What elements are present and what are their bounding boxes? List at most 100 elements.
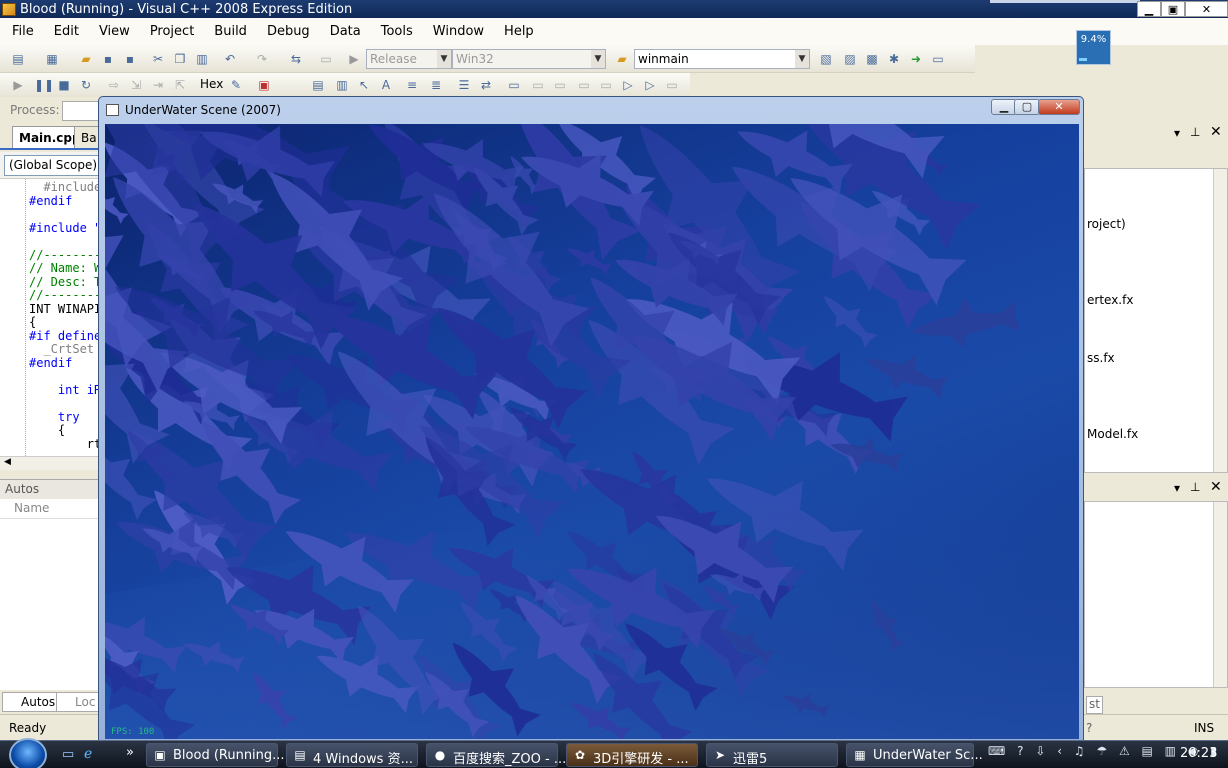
step-out-icon[interactable]: ⇱ — [172, 77, 188, 93]
format-icon[interactable]: ☰ — [456, 77, 472, 93]
save-all-icon[interactable]: ▪ — [122, 51, 138, 67]
open-file-icon[interactable]: ▰ — [78, 51, 94, 67]
taskbar-item[interactable]: ● 百度搜索_ZOO - ... — [426, 743, 566, 767]
step-into-icon[interactable]: ⇲ — [128, 77, 144, 93]
indent-icon[interactable]: ≡ — [404, 77, 420, 93]
autos-name-column[interactable]: Name — [0, 499, 100, 519]
show-next-statement-icon[interactable]: ⇨ — [106, 77, 122, 93]
solution-config-select[interactable]: Release ▼ — [366, 49, 452, 69]
underwater-window[interactable]: UnderWater Scene (2007) ▁ ▢ ✕ FPS: 100 — [98, 96, 1084, 742]
solution-explorer-icon[interactable]: ▧ — [818, 51, 834, 67]
close-panel-icon[interactable]: ✕ — [1210, 124, 1222, 140]
start-page-icon[interactable]: ➜ — [908, 51, 924, 67]
pin-dropdown-icon[interactable]: ▾ — [1174, 126, 1180, 140]
window-list-icon[interactable]: ▭ — [930, 51, 946, 67]
taskbar-item[interactable]: ▤ 4 Windows 资... — [286, 743, 418, 767]
bookmark-folder-icon[interactable]: ▭ — [576, 77, 592, 93]
prev-bookmark-icon[interactable]: ▭ — [530, 77, 546, 93]
underwater-title-bar[interactable]: UnderWater Scene (2007) ▁ ▢ ✕ — [99, 97, 1083, 123]
break-all-icon[interactable]: ❚❚ — [34, 77, 54, 93]
comment-icon[interactable]: ▤ — [310, 77, 326, 93]
menu-tools[interactable]: Tools — [369, 24, 421, 39]
tab-locals[interactable]: Loc — [56, 692, 101, 712]
properties-icon[interactable]: ▨ — [842, 51, 858, 67]
pin-icon[interactable]: ⊥ — [1190, 125, 1200, 139]
platform-select[interactable]: Win32 ▼ — [452, 49, 606, 69]
save-icon[interactable]: ▪ — [100, 51, 116, 67]
solution-item[interactable]: Model.fx — [1087, 427, 1138, 441]
outdent-icon[interactable]: ≣ — [428, 77, 444, 93]
hex-icon[interactable]: ✎ — [228, 77, 244, 93]
close-button[interactable]: ✕ — [1185, 1, 1228, 17]
scroll-left-icon[interactable]: ◀ — [4, 457, 11, 467]
hex-toggle[interactable]: Hex — [200, 77, 223, 91]
tab-right-bottom[interactable]: st — [1086, 696, 1103, 714]
close-panel-icon[interactable]: ✕ — [1210, 479, 1222, 495]
tool-a-icon[interactable]: ▷ — [620, 77, 636, 93]
copy-icon[interactable]: ❐ — [172, 51, 188, 67]
taskbar-item[interactable]: ➤ 迅雷5 — [706, 743, 838, 767]
wrap-icon[interactable]: ⇄ — [478, 77, 494, 93]
object-browser-icon[interactable]: ▩ — [864, 51, 880, 67]
menu-edit[interactable]: Edit — [42, 24, 87, 39]
tab-autos[interactable]: Autos — [2, 692, 61, 712]
font-size-icon[interactable]: A — [378, 77, 394, 93]
solution-item[interactable]: roject) — [1087, 217, 1126, 231]
cursor-icon[interactable]: ↖ — [356, 77, 372, 93]
clear-bookmarks-icon[interactable]: ▭ — [598, 77, 614, 93]
process-select[interactable] — [62, 101, 100, 121]
pin-icon[interactable]: ⊥ — [1190, 480, 1200, 494]
solution-item[interactable]: ss.fx — [1087, 351, 1115, 365]
show-desktop-icon[interactable]: ▭ — [62, 747, 74, 762]
menu-project[interactable]: Project — [138, 24, 202, 39]
navigate-icon[interactable]: ⇆ — [288, 51, 304, 67]
scope-value: (Global Scope) — [9, 158, 98, 172]
menu-file[interactable]: File — [0, 24, 42, 39]
menu-build[interactable]: Build — [202, 24, 255, 39]
restart-icon[interactable]: ↻ — [78, 77, 94, 93]
scope-select[interactable]: (Global Scope) — [4, 155, 100, 176]
next-bookmark-icon[interactable]: ▭ — [552, 77, 568, 93]
stop-debug-icon[interactable]: ■ — [56, 77, 72, 93]
minimize-button[interactable]: ▁ — [1137, 1, 1161, 17]
menu-data[interactable]: Data — [318, 24, 369, 39]
bookmark-icon[interactable]: ▭ — [506, 77, 522, 93]
menu-view[interactable]: View — [87, 24, 138, 39]
toolbox-icon[interactable]: ✱ — [886, 51, 902, 67]
solution-tree-scrollbar[interactable] — [1213, 169, 1227, 472]
undo-icon[interactable]: ↶ — [222, 51, 238, 67]
menu-window[interactable]: Window — [421, 24, 492, 39]
solution-item[interactable]: ertex.fx — [1087, 293, 1133, 307]
taskbar-item[interactable]: ▦ UnderWater Sc... — [846, 743, 983, 767]
print-icon[interactable]: ▭ — [318, 51, 334, 67]
quicklaunch-more[interactable]: » — [126, 745, 134, 760]
output-scrollbar[interactable] — [1213, 502, 1227, 687]
breakpoints-icon[interactable]: ▣ — [256, 77, 272, 93]
cut-icon[interactable]: ✂ — [150, 51, 166, 67]
maximize-button[interactable]: ▣ — [1161, 1, 1185, 17]
uncomment-icon[interactable]: ▥ — [334, 77, 350, 93]
start-debug-icon[interactable]: ▶ — [346, 51, 362, 67]
code-editor[interactable]: #include #endif #include "//--------// Nam… — [0, 179, 100, 456]
editor-horizontal-scrollbar[interactable]: ◀ — [0, 456, 100, 470]
taskbar-item[interactable]: ▣ Blood (Running... — [146, 743, 285, 767]
pin-dropdown-icon[interactable]: ▾ — [1174, 481, 1180, 495]
find-in-files-icon[interactable]: ▰ — [614, 51, 630, 67]
uw-close-button[interactable]: ✕ — [1038, 99, 1080, 115]
continue-icon[interactable]: ▶ — [10, 77, 26, 93]
new-project-icon[interactable]: ▤ — [10, 51, 26, 67]
internet-explorer-icon[interactable]: ℯ — [84, 746, 92, 762]
start-button[interactable] — [9, 738, 47, 768]
add-item-icon[interactable]: ▦ — [44, 51, 60, 67]
uw-maximize-button[interactable]: ▢ — [1014, 99, 1040, 115]
paste-icon[interactable]: ▥ — [194, 51, 210, 67]
menu-help[interactable]: Help — [492, 24, 542, 39]
tool-b-icon[interactable]: ▷ — [642, 77, 658, 93]
step-over-icon[interactable]: ⇥ — [150, 77, 166, 93]
redo-icon[interactable]: ↷ — [254, 51, 270, 67]
menu-debug[interactable]: Debug — [255, 24, 318, 39]
underwater-scene-viewport[interactable]: FPS: 100 — [105, 124, 1079, 739]
tool-c-icon[interactable]: ▭ — [664, 77, 680, 93]
find-combo[interactable]: winmain ▼ — [634, 49, 810, 69]
taskbar-item[interactable]: ✿ 3D引擎研发 - ... — [566, 743, 698, 767]
